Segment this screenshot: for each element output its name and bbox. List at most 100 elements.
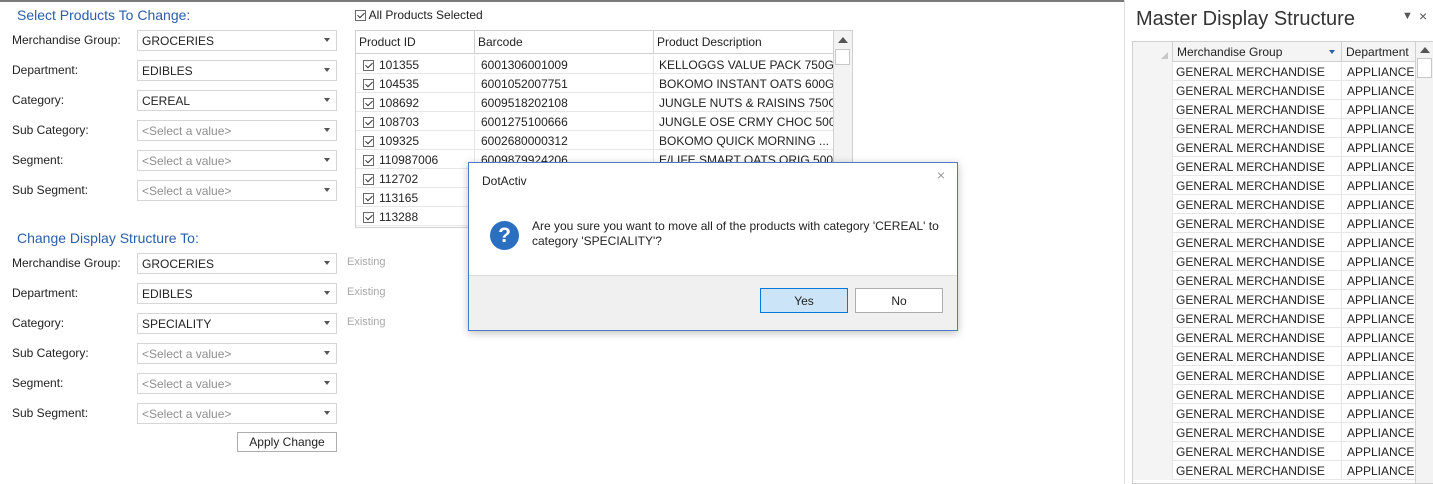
chevron-down-icon[interactable]	[324, 261, 330, 265]
table-row[interactable]: GENERAL MERCHANDISE APPLIANCES	[1133, 290, 1416, 309]
table-row[interactable]: GENERAL MERCHANDISE APPLIANCES	[1133, 233, 1416, 252]
table-row[interactable]: GENERAL MERCHANDISE APPLIANCES	[1133, 328, 1416, 347]
field-combobox[interactable]: <Select a value>	[137, 403, 337, 424]
row-selector[interactable]	[1133, 214, 1173, 233]
no-button[interactable]: No	[855, 288, 943, 313]
row-selector[interactable]	[1133, 100, 1173, 119]
field-combobox[interactable]: <Select a value>	[137, 343, 337, 364]
row-selector[interactable]	[1133, 309, 1173, 328]
chevron-down-icon[interactable]	[324, 188, 330, 192]
table-row[interactable]: 108692 6009518202108 JUNGLE NUTS & RAISINS…	[356, 93, 834, 112]
row-selector[interactable]	[1133, 290, 1173, 309]
table-row[interactable]: GENERAL MERCHANDISE APPLIANCES	[1133, 442, 1416, 461]
field-combobox[interactable]: EDIBLES	[137, 283, 337, 304]
row-checkbox[interactable]	[363, 212, 374, 224]
row-checkbox[interactable]	[363, 155, 374, 167]
table-row[interactable]: GENERAL MERCHANDISE APPLIANCES	[1133, 62, 1416, 81]
field-combobox[interactable]: SPECIALITY	[137, 313, 337, 334]
row-selector[interactable]	[1133, 366, 1173, 385]
table-row[interactable]: GENERAL MERCHANDISE APPLIANCES	[1133, 404, 1416, 423]
row-selector[interactable]	[1133, 157, 1173, 176]
row-selector[interactable]	[1133, 423, 1173, 442]
chevron-down-icon[interactable]: ▼	[1402, 10, 1413, 22]
field-combobox[interactable]: EDIBLES	[137, 60, 337, 81]
field-combobox[interactable]: <Select a value>	[137, 180, 337, 201]
column-header-merchandise-group[interactable]: Merchandise Group	[1173, 42, 1342, 62]
table-row[interactable]: GENERAL MERCHANDISE APPLIANCES	[1133, 176, 1416, 195]
field-combobox[interactable]: GROCERIES	[137, 30, 337, 51]
row-checkbox[interactable]	[363, 136, 374, 148]
chevron-down-icon[interactable]	[324, 351, 330, 355]
row-selector[interactable]	[1133, 195, 1173, 214]
row-selector[interactable]	[1133, 328, 1173, 347]
row-checkbox[interactable]	[363, 174, 374, 186]
row-selector[interactable]	[1133, 233, 1173, 252]
table-row[interactable]: 109325 6002680000312 BOKOMO QUICK MORNING …	[356, 131, 834, 150]
master-grid-scrollbar[interactable]	[1415, 42, 1433, 483]
table-row[interactable]: GENERAL MERCHANDISE APPLIANCES	[1133, 214, 1416, 233]
field-combobox[interactable]: <Select a value>	[137, 120, 337, 141]
field-combobox[interactable]: GROCERIES	[137, 253, 337, 274]
row-selector[interactable]	[1133, 252, 1173, 271]
table-row[interactable]: 108703 6001275100666 JUNGLE OSE CRMY CHOC …	[356, 112, 834, 131]
field-combobox[interactable]: CEREAL	[137, 90, 337, 111]
row-selector[interactable]	[1133, 404, 1173, 423]
table-row[interactable]: GENERAL MERCHANDISE APPLIANCES	[1133, 461, 1416, 480]
chevron-down-icon[interactable]	[324, 411, 330, 415]
table-row[interactable]: GENERAL MERCHANDISE APPLIANCES	[1133, 347, 1416, 366]
scroll-up-icon[interactable]	[1420, 47, 1430, 53]
all-products-checkbox[interactable]	[355, 10, 366, 22]
row-checkbox[interactable]	[363, 60, 374, 72]
field-combobox[interactable]: <Select a value>	[137, 373, 337, 394]
column-header-description[interactable]: Product Description	[654, 31, 834, 54]
chevron-down-icon[interactable]	[324, 98, 330, 102]
chevron-down-icon[interactable]	[324, 38, 330, 42]
scroll-thumb[interactable]	[835, 49, 850, 65]
table-row[interactable]: 101355 6001306001009 KELLOGGS VALUE PACK 7…	[356, 55, 834, 74]
close-icon[interactable]: ×	[1419, 8, 1427, 24]
table-row[interactable]: GENERAL MERCHANDISE APPLIANCES	[1133, 309, 1416, 328]
all-products-selected[interactable]: All Products Selected	[355, 8, 483, 22]
row-selector[interactable]	[1133, 62, 1173, 81]
column-header-barcode[interactable]: Barcode	[475, 31, 654, 54]
chevron-down-icon[interactable]	[324, 381, 330, 385]
row-selector[interactable]	[1133, 347, 1173, 366]
row-selector[interactable]	[1133, 81, 1173, 100]
scroll-thumb[interactable]	[1417, 58, 1432, 78]
close-icon[interactable]: ×	[937, 167, 945, 183]
table-row[interactable]: 104535 6001052007751 BOKOMO INSTANT OATS 6…	[356, 74, 834, 93]
table-row[interactable]: GENERAL MERCHANDISE APPLIANCES	[1133, 100, 1416, 119]
row-checkbox[interactable]	[363, 98, 374, 110]
row-selector[interactable]	[1133, 271, 1173, 290]
table-row[interactable]: GENERAL MERCHANDISE APPLIANCES	[1133, 195, 1416, 214]
chevron-down-icon[interactable]	[324, 291, 330, 295]
row-selector[interactable]	[1133, 461, 1173, 480]
row-selector[interactable]	[1133, 385, 1173, 404]
row-selector[interactable]	[1133, 176, 1173, 195]
apply-change-button[interactable]: Apply Change	[237, 432, 337, 452]
chevron-down-icon[interactable]	[324, 68, 330, 72]
table-row[interactable]: GENERAL MERCHANDISE APPLIANCES	[1133, 366, 1416, 385]
table-row[interactable]: GENERAL MERCHANDISE APPLIANCES	[1133, 252, 1416, 271]
table-row[interactable]: GENERAL MERCHANDISE APPLIANCES	[1133, 157, 1416, 176]
chevron-down-icon[interactable]	[324, 158, 330, 162]
table-row[interactable]: GENERAL MERCHANDISE APPLIANCES	[1133, 81, 1416, 100]
table-row[interactable]: GENERAL MERCHANDISE APPLIANCES	[1133, 423, 1416, 442]
table-row[interactable]: GENERAL MERCHANDISE APPLIANCES	[1133, 271, 1416, 290]
row-checkbox[interactable]	[363, 117, 374, 129]
column-header-department[interactable]: Department	[1342, 42, 1416, 62]
row-checkbox[interactable]	[363, 79, 374, 91]
row-checkbox[interactable]	[363, 193, 374, 205]
yes-button[interactable]: Yes	[760, 288, 848, 313]
table-row[interactable]: GENERAL MERCHANDISE APPLIANCES	[1133, 138, 1416, 157]
table-row[interactable]: GENERAL MERCHANDISE APPLIANCES	[1133, 119, 1416, 138]
chevron-down-icon[interactable]	[324, 321, 330, 325]
row-selector[interactable]	[1133, 442, 1173, 461]
chevron-down-icon[interactable]	[324, 128, 330, 132]
column-header-product-id[interactable]: Product ID	[356, 31, 475, 54]
row-selector[interactable]	[1133, 138, 1173, 157]
select-all-corner[interactable]	[1133, 42, 1173, 62]
scroll-up-icon[interactable]	[838, 37, 848, 43]
master-structure-grid[interactable]: Merchandise Group Department GENERAL MER…	[1132, 41, 1433, 484]
field-combobox[interactable]: <Select a value>	[137, 150, 337, 171]
